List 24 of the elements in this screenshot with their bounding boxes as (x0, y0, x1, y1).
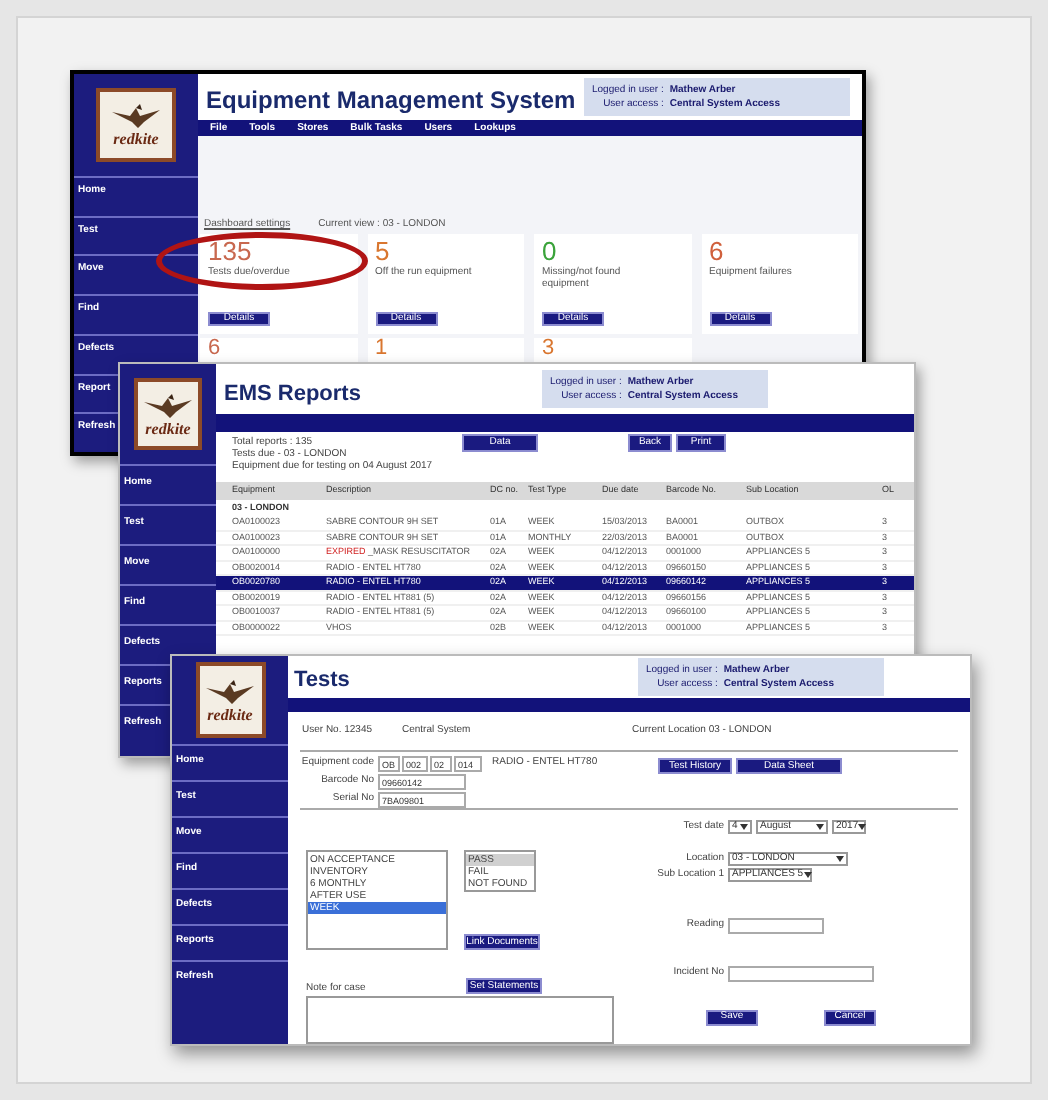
caret-icon (740, 824, 748, 831)
stat-value: 0 (542, 238, 559, 266)
stat-value: 1 (375, 338, 388, 360)
stat-value: 6 (709, 238, 726, 266)
bird-icon (204, 677, 256, 705)
logo-text: redkite (207, 705, 253, 723)
bird-icon (110, 102, 162, 131)
stat-value: 135 (208, 238, 254, 266)
logo-text: redkite (113, 130, 159, 149)
input-field[interactable] (728, 917, 824, 933)
logo-text: redkite (145, 419, 191, 437)
stat-value: 6 (208, 338, 221, 360)
caret-icon (803, 872, 812, 879)
bird-icon (142, 391, 194, 419)
text-area[interactable] (306, 996, 614, 1044)
app-title: Equipment Management System (206, 88, 576, 114)
caret-icon (858, 824, 867, 831)
page-title: EMS Reports (222, 379, 361, 405)
caret-icon (816, 824, 824, 831)
stat-value: 5 (375, 238, 392, 266)
stat-value: 3 (542, 338, 555, 360)
caret-icon (836, 855, 844, 862)
input-field[interactable] (728, 965, 874, 981)
page-title: Tests (292, 666, 350, 693)
